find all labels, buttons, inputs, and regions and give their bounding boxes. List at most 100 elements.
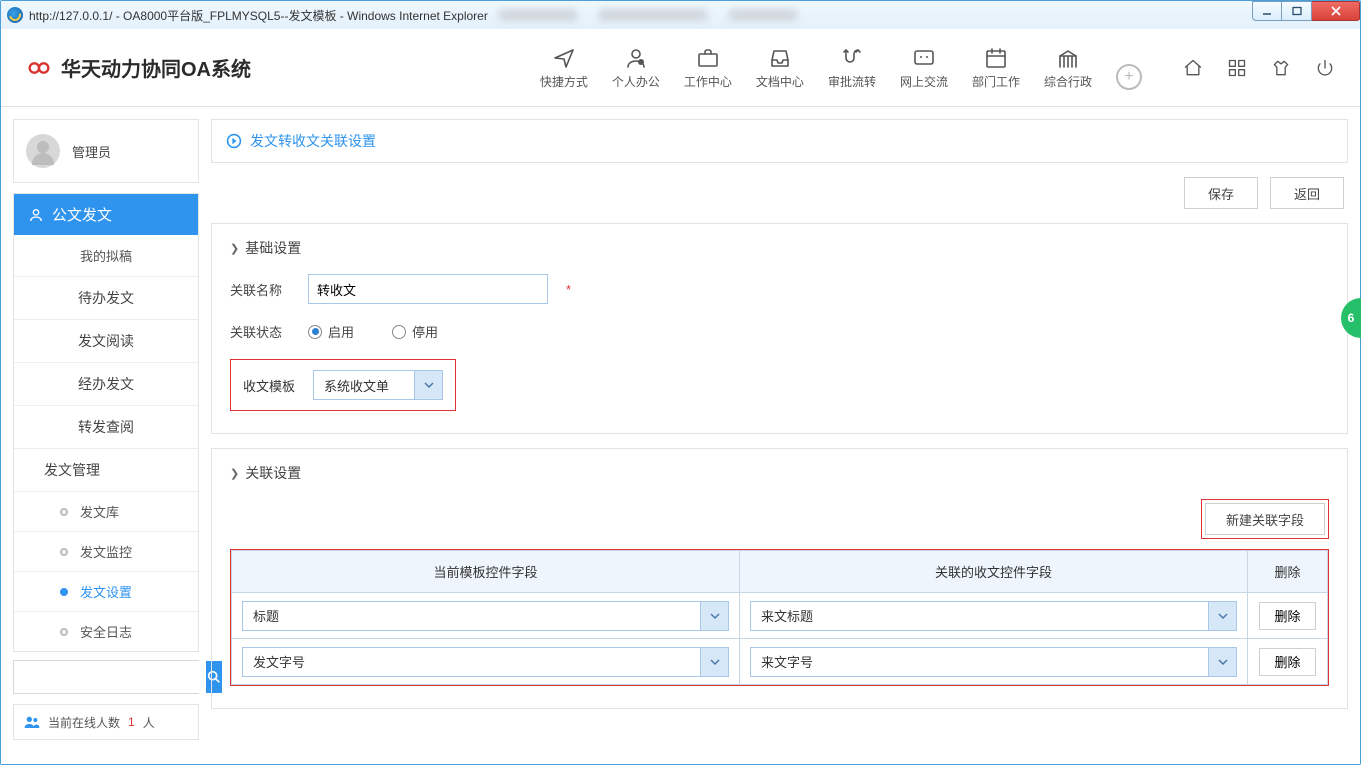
search-input[interactable]: [14, 661, 206, 693]
state-label: 关联状态: [230, 322, 294, 341]
nav-sub-library[interactable]: 发文库: [14, 491, 198, 531]
paper-plane-icon: [551, 45, 577, 71]
template-label: 收文模板: [243, 376, 299, 395]
current-field-combobox[interactable]: 发文字号: [242, 647, 729, 677]
name-input[interactable]: [308, 274, 548, 304]
back-button[interactable]: 返回: [1270, 177, 1344, 209]
table-row: 发文字号 来文字号 删除: [232, 639, 1328, 685]
profile-name: 管理员: [72, 142, 111, 161]
topnav-admin[interactable]: 综合行政: [1044, 45, 1092, 90]
blur-decoration: [598, 9, 708, 21]
nav-item-todo[interactable]: 待办发文: [14, 276, 198, 319]
blur-decoration: [728, 9, 798, 21]
window-title: http://127.0.0.1/ - OA8000平台版_FPLMYSQL5-…: [29, 7, 488, 24]
nav-sub-monitor[interactable]: 发文监控: [14, 531, 198, 571]
logo-icon: [25, 58, 53, 78]
name-label: 关联名称: [230, 280, 294, 299]
inbox-icon: [767, 45, 793, 71]
current-field-combobox[interactable]: 标题: [242, 601, 729, 631]
new-field-button[interactable]: 新建关联字段: [1205, 503, 1325, 535]
power-icon[interactable]: [1314, 57, 1336, 79]
nav-sub-log[interactable]: 安全日志: [14, 611, 198, 651]
template-value: 系统收文单: [314, 371, 414, 399]
relation-section-title: 关联设置: [245, 463, 301, 483]
ie-icon: [7, 7, 23, 23]
nav-item-forward[interactable]: 转发查阅: [14, 405, 198, 448]
apps-icon[interactable]: [1226, 57, 1248, 79]
nav-item-manage[interactable]: 发文管理: [14, 448, 198, 491]
table-row: 标题 来文标题 删除: [232, 593, 1328, 639]
nav-item-read[interactable]: 发文阅读: [14, 319, 198, 362]
basic-section: ❯基础设置 关联名称 * 关联状态 启用 停用 收文模板 系: [211, 223, 1348, 434]
chevron-right-icon: ❯: [230, 242, 239, 255]
basic-section-title: 基础设置: [245, 238, 301, 258]
chevron-down-icon[interactable]: [700, 648, 728, 676]
window-titlebar: http://127.0.0.1/ - OA8000平台版_FPLMYSQL5-…: [1, 1, 1360, 29]
home-icon[interactable]: [1182, 57, 1204, 79]
calendar-icon: [983, 45, 1009, 71]
chevron-down-icon[interactable]: [700, 602, 728, 630]
chevron-down-icon[interactable]: [1208, 648, 1236, 676]
online-text-prefix: 当前在线人数: [48, 714, 120, 731]
page-actions: 保存 返回: [211, 177, 1348, 209]
chevron-right-icon: ❯: [230, 467, 239, 480]
nav-group-header[interactable]: 公文发文: [14, 194, 198, 235]
arrow-circle-icon: [226, 133, 242, 149]
avatar: [26, 134, 60, 168]
topnav-chat[interactable]: 网上交流: [900, 45, 948, 90]
nav-sub-settings[interactable]: 发文设置: [14, 571, 198, 611]
online-text-suffix: 人: [143, 714, 155, 731]
topnav-document[interactable]: 文档中心: [756, 45, 804, 90]
topnav-approval[interactable]: 审批流转: [828, 45, 876, 90]
state-disable-radio[interactable]: 停用: [392, 322, 438, 341]
online-count: 1: [128, 715, 135, 729]
nav-item-handle[interactable]: 经办发文: [14, 362, 198, 405]
chevron-down-icon[interactable]: [1208, 602, 1236, 630]
window-maximize-button[interactable]: [1282, 1, 1312, 21]
col-delete: 删除: [1248, 551, 1328, 593]
relation-table: 当前模板控件字段 关联的收文控件字段 删除 标题 来文标题 删除: [231, 550, 1328, 685]
delete-row-button[interactable]: 删除: [1259, 602, 1315, 630]
nav-item-mydraft[interactable]: 我的拟稿: [14, 235, 198, 276]
nav-group-title: 公文发文: [52, 204, 112, 225]
window-close-button[interactable]: [1312, 1, 1360, 21]
people-icon: [24, 715, 40, 729]
relation-table-highlight: 当前模板控件字段 关联的收文控件字段 删除 标题 来文标题 删除: [230, 549, 1329, 686]
sidebar: 管理员 公文发文 我的拟稿 待办发文 发文阅读 经办发文 转发查阅 发文管理 发…: [13, 119, 199, 740]
blur-decoration: [498, 9, 578, 21]
linked-field-combobox[interactable]: 来文标题: [750, 601, 1237, 631]
logo: 华天动力协同OA系统: [25, 53, 251, 82]
topnav-workcenter[interactable]: 工作中心: [684, 45, 732, 90]
col-current: 当前模板控件字段: [232, 551, 740, 593]
state-enable-radio[interactable]: 启用: [308, 322, 354, 341]
topnav-shortcut[interactable]: 快捷方式: [540, 45, 588, 90]
save-button[interactable]: 保存: [1184, 177, 1258, 209]
window-minimize-button[interactable]: [1252, 1, 1282, 21]
building-icon: [1055, 45, 1081, 71]
required-mark: *: [566, 282, 571, 297]
sidebar-search: [13, 660, 199, 694]
delete-row-button[interactable]: 删除: [1259, 648, 1315, 676]
chevron-down-icon[interactable]: [414, 371, 442, 399]
template-combobox[interactable]: 系统收文单: [313, 370, 443, 400]
top-nav: 快捷方式 个人办公 工作中心 文档中心 审批流转: [540, 45, 1142, 90]
page-title: 发文转收文关联设置: [250, 131, 376, 151]
topnav-department[interactable]: 部门工作: [972, 45, 1020, 90]
person-icon: [623, 45, 649, 71]
briefcase-icon: [695, 45, 721, 71]
profile-card: 管理员: [13, 119, 199, 183]
new-field-highlight: 新建关联字段: [1201, 499, 1329, 539]
skin-icon[interactable]: [1270, 57, 1292, 79]
app-header: 华天动力协同OA系统 快捷方式 个人办公 工作中心 文档中心: [1, 29, 1360, 107]
logo-text: 华天动力协同OA系统: [61, 53, 251, 82]
topnav-add-button[interactable]: +: [1116, 64, 1142, 90]
main: 发文转收文关联设置 保存 返回 ❯ 基础设置 关联名称 *: [211, 119, 1348, 709]
topnav-personal[interactable]: 个人办公: [612, 45, 660, 90]
page-title-panel: 发文转收文关联设置: [211, 119, 1348, 163]
relation-section: ❯关联设置 新建关联字段 当前模板控件字段 关联的收文控件字段: [211, 448, 1348, 709]
chat-icon: [911, 45, 937, 71]
template-highlight: 收文模板 系统收文单: [230, 359, 456, 411]
header-utility: [1182, 57, 1336, 79]
flow-icon: [839, 45, 865, 71]
linked-field-combobox[interactable]: 来文字号: [750, 647, 1237, 677]
